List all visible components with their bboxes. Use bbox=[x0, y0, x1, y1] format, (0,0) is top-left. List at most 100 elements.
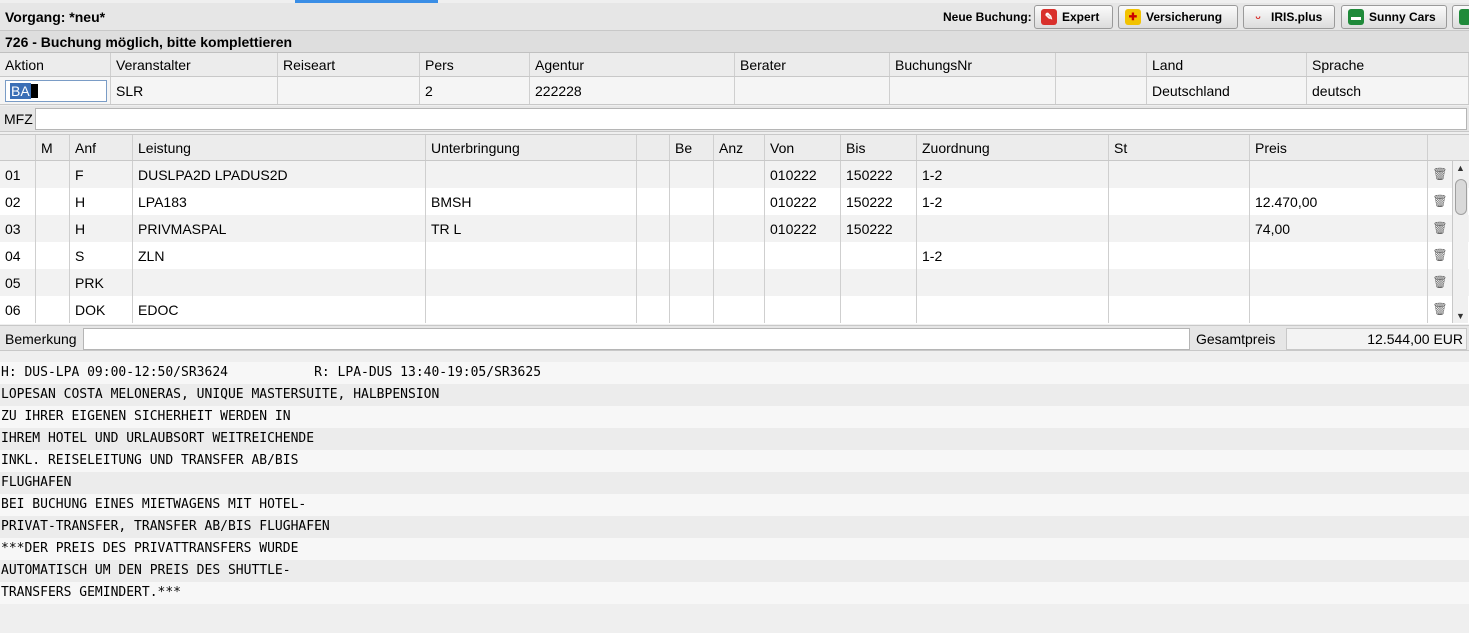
cell-zuordnung[interactable]: 1-2 bbox=[917, 242, 1109, 269]
cell-anf[interactable]: H bbox=[70, 188, 133, 215]
cell-bis[interactable]: 150222 bbox=[841, 188, 917, 215]
cell-blank[interactable] bbox=[637, 161, 670, 188]
table-row[interactable]: 06 DOK EDOC 🗑 bbox=[0, 296, 1469, 323]
cell-st[interactable] bbox=[1109, 269, 1250, 296]
cell-anz[interactable] bbox=[714, 215, 765, 242]
cell-nr[interactable]: 03 bbox=[0, 215, 36, 242]
cell-unterbringung[interactable] bbox=[426, 242, 637, 269]
cell-m[interactable] bbox=[36, 242, 70, 269]
cell-bis[interactable] bbox=[841, 242, 917, 269]
cell-zuordnung[interactable] bbox=[917, 269, 1109, 296]
cell-blank[interactable] bbox=[637, 215, 670, 242]
bemerkung-input[interactable] bbox=[83, 328, 1190, 350]
cell-m[interactable] bbox=[36, 188, 70, 215]
cell-bis[interactable] bbox=[841, 296, 917, 323]
cell-preis[interactable]: 74,00 bbox=[1250, 215, 1428, 242]
versicherung-button[interactable]: ✚ Versicherung bbox=[1118, 5, 1238, 29]
cell-preis[interactable] bbox=[1250, 296, 1428, 323]
cell-st[interactable] bbox=[1109, 215, 1250, 242]
cell-zuordnung[interactable]: 1-2 bbox=[917, 188, 1109, 215]
table-row[interactable]: 04 S ZLN 1-2 🗑 bbox=[0, 242, 1469, 269]
more-button[interactable] bbox=[1452, 5, 1469, 29]
cell-m[interactable] bbox=[36, 215, 70, 242]
cell-anf[interactable]: F bbox=[70, 161, 133, 188]
cell-anf[interactable]: DOK bbox=[70, 296, 133, 323]
cell-bis[interactable]: 150222 bbox=[841, 161, 917, 188]
cell-bis[interactable] bbox=[841, 269, 917, 296]
cell-bis[interactable]: 150222 bbox=[841, 215, 917, 242]
trash-icon[interactable]: 🗑 bbox=[1432, 166, 1447, 182]
scroll-thumb[interactable] bbox=[1455, 179, 1467, 215]
cell-anz[interactable] bbox=[714, 296, 765, 323]
sunny-cars-button[interactable]: ▬ Sunny Cars bbox=[1341, 5, 1447, 29]
cell-leistung[interactable]: DUSLPA2D LPADUS2D bbox=[133, 161, 426, 188]
expert-button[interactable]: ✎ Expert bbox=[1034, 5, 1113, 29]
table-row[interactable]: 01 F DUSLPA2D LPADUS2D 010222 150222 1-2 🗑 bbox=[0, 161, 1469, 188]
cell-be[interactable] bbox=[670, 296, 714, 323]
veranstalter-field[interactable]: SLR bbox=[111, 77, 278, 104]
cell-be[interactable] bbox=[670, 188, 714, 215]
berater-field[interactable] bbox=[735, 77, 890, 104]
reiseart-field[interactable] bbox=[278, 77, 420, 104]
cell-preis[interactable]: 12.470,00 bbox=[1250, 188, 1428, 215]
cell-nr[interactable]: 01 bbox=[0, 161, 36, 188]
trash-icon[interactable]: 🗑 bbox=[1432, 301, 1447, 317]
trash-icon[interactable]: 🗑 bbox=[1432, 274, 1447, 290]
cell-blank[interactable] bbox=[637, 296, 670, 323]
table-row[interactable]: 03 H PRIVMASPAL TR L 010222 150222 74,00 🗑 bbox=[0, 215, 1469, 242]
land-field[interactable]: Deutschland bbox=[1147, 77, 1307, 104]
cell-zuordnung[interactable] bbox=[917, 296, 1109, 323]
cell-von[interactable] bbox=[765, 269, 841, 296]
cell-nr[interactable]: 02 bbox=[0, 188, 36, 215]
cell-unterbringung[interactable] bbox=[426, 161, 637, 188]
cell-st[interactable] bbox=[1109, 188, 1250, 215]
scroll-down-icon[interactable]: ▼ bbox=[1456, 311, 1465, 321]
cell-zuordnung[interactable] bbox=[917, 215, 1109, 242]
cell-leistung[interactable] bbox=[133, 269, 426, 296]
mfz-input[interactable] bbox=[35, 108, 1467, 130]
cell-leistung[interactable]: LPA183 bbox=[133, 188, 426, 215]
cell-nr[interactable]: 05 bbox=[0, 269, 36, 296]
cell-nr[interactable]: 06 bbox=[0, 296, 36, 323]
cell-anz[interactable] bbox=[714, 161, 765, 188]
cell-m[interactable] bbox=[36, 161, 70, 188]
table-row[interactable]: 05 PRK 🗑 bbox=[0, 269, 1469, 296]
trash-icon[interactable]: 🗑 bbox=[1432, 193, 1447, 209]
cell-unterbringung[interactable]: BMSH bbox=[426, 188, 637, 215]
buchungsnr-field[interactable] bbox=[890, 77, 1056, 104]
cell-anz[interactable] bbox=[714, 269, 765, 296]
iris-plus-button[interactable]: ᵕ IRIS.plus bbox=[1243, 5, 1335, 29]
cell-anf[interactable]: H bbox=[70, 215, 133, 242]
cell-be[interactable] bbox=[670, 215, 714, 242]
scroll-up-icon[interactable]: ▲ bbox=[1456, 163, 1465, 173]
cell-preis[interactable] bbox=[1250, 161, 1428, 188]
pers-field[interactable]: 2 bbox=[420, 77, 530, 104]
services-scrollbar[interactable]: ▲ ▼ bbox=[1452, 161, 1468, 323]
cell-be[interactable] bbox=[670, 161, 714, 188]
cell-anz[interactable] bbox=[714, 188, 765, 215]
cell-anf[interactable]: S bbox=[70, 242, 133, 269]
cell-blank[interactable] bbox=[637, 269, 670, 296]
cell-von[interactable]: 010222 bbox=[765, 161, 841, 188]
cell-m[interactable] bbox=[36, 269, 70, 296]
cell-st[interactable] bbox=[1109, 161, 1250, 188]
cell-blank[interactable] bbox=[637, 188, 670, 215]
cell-m[interactable] bbox=[36, 296, 70, 323]
cell-nr[interactable]: 04 bbox=[0, 242, 36, 269]
cell-anz[interactable] bbox=[714, 242, 765, 269]
blank-field[interactable] bbox=[1056, 77, 1147, 104]
cell-leistung[interactable]: PRIVMASPAL bbox=[133, 215, 426, 242]
cell-von[interactable]: 010222 bbox=[765, 215, 841, 242]
cell-blank[interactable] bbox=[637, 242, 670, 269]
cell-zuordnung[interactable]: 1-2 bbox=[917, 161, 1109, 188]
cell-preis[interactable] bbox=[1250, 242, 1428, 269]
cell-st[interactable] bbox=[1109, 242, 1250, 269]
cell-unterbringung[interactable] bbox=[426, 296, 637, 323]
cell-unterbringung[interactable]: TR L bbox=[426, 215, 637, 242]
cell-leistung[interactable]: EDOC bbox=[133, 296, 426, 323]
cell-unterbringung[interactable] bbox=[426, 269, 637, 296]
cell-preis[interactable] bbox=[1250, 269, 1428, 296]
cell-von[interactable] bbox=[765, 242, 841, 269]
cell-be[interactable] bbox=[670, 269, 714, 296]
cell-be[interactable] bbox=[670, 242, 714, 269]
